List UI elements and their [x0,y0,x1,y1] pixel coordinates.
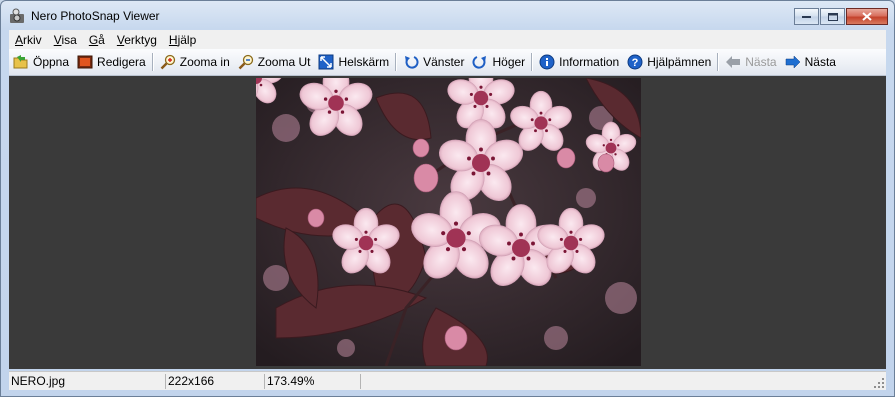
fullscreen-label: Helskärm [338,55,390,69]
zoom-in-icon [160,54,175,70]
toolbar-separator [717,53,720,71]
status-bar: NERO.jpg 222x166 173.49% [9,371,886,390]
help-topics-button[interactable]: ? Hjälpämnen [623,51,715,73]
photo-cherry-blossom [256,78,641,366]
open-button[interactable]: Öppna [9,51,73,73]
info-icon [539,54,555,70]
menu-verktyg[interactable]: Verktyg [111,33,163,47]
menu-verktyg-label: erktyg [124,32,157,47]
app-window: Nero PhotoSnap Viewer Arkiv Visa Gå Verk… [0,0,895,397]
toolbar-separator [151,53,154,71]
rotate-left-button[interactable]: Vänster [399,51,468,73]
close-icon [862,12,872,21]
menu-hjalp-label: jälp [177,32,197,47]
zoom-out-button[interactable]: Zooma Ut [234,51,315,73]
previous-label: Nästa [745,55,777,69]
edit-label: Redigera [97,55,146,69]
menu-ga-mnemonic: G [88,32,99,47]
rotate-right-label: Höger [492,55,526,69]
app-icon [10,8,24,23]
status-dimensions: 222x166 [166,373,265,389]
zoom-out-icon [238,54,253,70]
menu-visa[interactable]: Visa [48,33,83,47]
zoom-in-label: Zooma in [179,55,230,69]
zoom-in-button[interactable]: Zooma in [156,51,234,73]
maximize-icon [827,12,838,21]
status-empty-cell [361,374,886,389]
image-viewer[interactable] [9,76,886,369]
caption-buttons [793,8,888,25]
information-button[interactable]: Information [535,51,623,73]
cherry-blossom-image [256,78,641,366]
menu-arkiv-label: rkiv [23,32,42,47]
toolbar: Öppna Redigera Zooma in Zooma Ut Helskär… [9,49,886,76]
menu-bar: Arkiv Visa Gå Verktyg Hjälp [9,30,886,49]
help-icon: ? [627,54,643,70]
menu-arkiv-mnemonic: A [15,32,24,47]
resize-grip-icon[interactable] [874,378,885,389]
minimize-icon [802,16,811,18]
menu-hjalp-mnemonic: H [168,32,178,47]
arrow-right-icon [785,55,800,69]
fullscreen-icon [318,54,334,70]
next-button[interactable]: Nästa [781,51,840,73]
rotate-right-button[interactable]: Höger [468,51,529,73]
zoom-out-label: Zooma Ut [257,55,311,69]
help-topics-label: Hjälpämnen [647,55,712,69]
maximize-button[interactable] [820,8,845,25]
arrow-left-icon [726,56,741,68]
svg-text:?: ? [632,57,639,69]
close-button[interactable] [846,8,888,25]
toolbar-separator [395,53,398,71]
menu-ga-label: å [98,32,105,47]
minimize-button[interactable] [794,8,819,25]
rotate-left-icon [405,56,419,69]
status-filename: NERO.jpg [9,373,166,389]
open-label: Öppna [33,55,70,69]
menu-visa-label: isa [61,32,77,47]
previous-button[interactable]: Nästa [721,51,780,73]
edit-button[interactable]: Redigera [73,51,150,73]
rotate-right-icon [473,56,487,69]
title-bar[interactable]: Nero PhotoSnap Viewer [1,1,894,31]
menu-ga[interactable]: Gå [83,33,111,47]
toolbar-separator [531,53,534,71]
menu-arkiv[interactable]: Arkiv [9,33,48,47]
status-zoom: 173.49% [265,373,361,389]
information-label: Information [559,55,620,69]
open-folder-icon [13,55,28,69]
window-title: Nero PhotoSnap Viewer [31,9,160,23]
next-label: Nästa [804,55,836,69]
rotate-left-label: Vänster [423,55,465,69]
edit-picture-icon [77,55,93,69]
fullscreen-button[interactable]: Helskärm [314,51,393,73]
menu-hjalp[interactable]: Hjälp [163,33,202,47]
